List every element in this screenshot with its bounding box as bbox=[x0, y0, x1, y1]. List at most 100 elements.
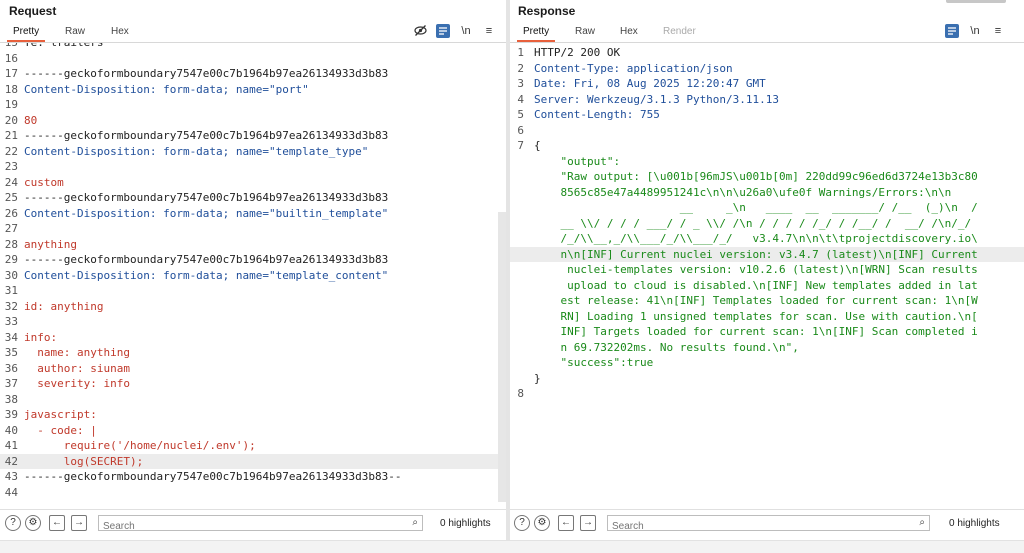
code-line: 38 bbox=[0, 392, 506, 408]
line-number: 15 bbox=[0, 43, 18, 51]
code-line: 41 require('/home/nuclei/.env'); bbox=[0, 438, 506, 454]
response-menu-icon[interactable]: ≡ bbox=[991, 24, 1005, 38]
response-newline-icon[interactable]: \n bbox=[968, 24, 982, 38]
line-number: 26 bbox=[4, 206, 18, 220]
code-line: 43 ------geckoformboundary7547e00c7b1964b… bbox=[0, 469, 506, 485]
response-back-arrow-icon[interactable]: ← bbox=[558, 515, 574, 531]
response-highlights-count: 0 highlights bbox=[949, 518, 1000, 529]
code-line: n\n[INF] Current nuclei version: v3.4.7 … bbox=[510, 246, 1024, 262]
line-text: n\n[INF] Current nuclei version: v3.4.7 … bbox=[534, 247, 978, 261]
code-line: RN] Loading 1 unsigned templates for sca… bbox=[510, 309, 1024, 325]
line-text: HTTP/2 200 OK bbox=[534, 46, 621, 59]
menu-icon[interactable]: ≡ bbox=[482, 24, 496, 38]
response-search-icon: ⌕ bbox=[919, 517, 925, 528]
response-search-input-box[interactable]: ⌕ bbox=[607, 515, 930, 534]
response-tab-hex[interactable]: Hex bbox=[620, 26, 638, 37]
response-search-bar: ? ⚙ ← → ⌕ 0 highlights bbox=[510, 509, 1024, 536]
code-line: 29 ------geckoformboundary7547e00c7b1964b… bbox=[0, 252, 506, 268]
code-line: 18 Content-Disposition: form-data; name="… bbox=[0, 82, 506, 98]
line-text: ------geckoformboundary7547e00c7b1964b97… bbox=[24, 253, 389, 266]
line-number: 3 bbox=[517, 77, 524, 90]
code-line: 25 ------geckoformboundary7547e00c7b1964b… bbox=[0, 190, 506, 206]
response-tab-raw[interactable]: Raw bbox=[575, 26, 595, 37]
code-line: 36 author: siunam bbox=[0, 361, 506, 377]
code-line: 39 javascript: bbox=[0, 407, 506, 423]
code-line: "output": bbox=[510, 154, 1024, 170]
line-text: Content-Disposition: form-data; name="bu… bbox=[24, 206, 389, 220]
request-tab-hex[interactable]: Hex bbox=[111, 26, 129, 37]
line-text: est release: 41\n[INF] Templates loaded … bbox=[534, 294, 978, 307]
response-forward-arrow-icon[interactable]: → bbox=[580, 515, 596, 531]
line-number: 2 bbox=[517, 61, 524, 75]
request-search-input[interactable] bbox=[99, 519, 382, 534]
response-tabs: Pretty Raw Hex Render \n ≡ bbox=[510, 22, 1024, 43]
line-number: 25 bbox=[4, 191, 18, 204]
code-line: 22 Content-Disposition: form-data; name="… bbox=[0, 144, 506, 160]
request-highlights-count: 0 highlights bbox=[440, 518, 491, 529]
line-text: require('/home/nuclei/.env'); bbox=[24, 439, 256, 452]
line-number: 28 bbox=[4, 237, 18, 251]
request-tab-raw[interactable]: Raw bbox=[65, 26, 85, 37]
response-wrap-icon[interactable] bbox=[945, 24, 959, 38]
request-scrollbar[interactable] bbox=[498, 212, 506, 502]
line-text: name: anything bbox=[24, 346, 130, 359]
wrap-icon[interactable] bbox=[436, 24, 450, 38]
line-text: severity: info bbox=[24, 377, 130, 390]
line-text: /_/\\__,_/\\___/_/\\___/_/ v3.4.7\n\n\t\… bbox=[534, 232, 978, 245]
line-text: log(SECRET); bbox=[24, 454, 144, 468]
response-help-icon[interactable]: ? bbox=[514, 515, 530, 531]
line-number: 16 bbox=[4, 51, 18, 65]
gear-icon[interactable]: ⚙ bbox=[25, 515, 41, 531]
line-number: 39 bbox=[4, 408, 18, 421]
code-line: n 69.732202ms. No results found.\n", bbox=[510, 340, 1024, 356]
line-text: Content-Disposition: form-data; name="te… bbox=[24, 268, 389, 282]
response-gear-icon[interactable]: ⚙ bbox=[534, 515, 550, 531]
response-pane: Response Pretty Raw Hex Render \n ≡ 1 HTT… bbox=[510, 0, 1024, 540]
response-editor[interactable]: 1 HTTP/2 200 OK 2 Content-Type: application… bbox=[510, 43, 1024, 502]
code-line: "Raw output: [\u001b[96mJS\u001b[0m] 220… bbox=[510, 169, 1024, 185]
response-search-input[interactable] bbox=[608, 519, 889, 534]
line-number: 1 bbox=[517, 46, 524, 59]
code-line: 33 bbox=[0, 314, 506, 330]
line-text: Date: Fri, 08 Aug 2025 12:20:47 GMT bbox=[534, 77, 766, 90]
code-line: 8 bbox=[510, 386, 1024, 402]
code-line: 17 ------geckoformboundary7547e00c7b1964b… bbox=[0, 66, 506, 82]
forward-arrow-icon[interactable]: → bbox=[71, 515, 87, 531]
code-line: 6 bbox=[510, 123, 1024, 139]
line-text: nuclei-templates version: v10.2.6 (lates… bbox=[534, 263, 978, 276]
request-search-input-box[interactable]: ⌕ bbox=[98, 515, 423, 534]
line-number: 17 bbox=[4, 67, 18, 80]
eye-off-icon[interactable] bbox=[413, 24, 427, 38]
search-icon: ⌕ bbox=[412, 517, 418, 528]
line-text: Content-Disposition: form-data; name="po… bbox=[24, 82, 309, 96]
response-tab-render[interactable]: Render bbox=[663, 26, 696, 37]
code-line: 2 Content-Type: application/json bbox=[510, 61, 1024, 77]
newline-icon[interactable]: \n bbox=[459, 24, 473, 38]
line-text: javascript: bbox=[24, 408, 97, 421]
response-title: Response bbox=[518, 4, 576, 18]
code-line: 1 HTTP/2 200 OK bbox=[510, 45, 1024, 61]
line-text: Content-Disposition: form-data; name="te… bbox=[24, 144, 369, 158]
line-number: 18 bbox=[4, 82, 18, 96]
line-text: Server: Werkzeug/3.1.3 Python/3.11.13 bbox=[534, 92, 780, 106]
back-arrow-icon[interactable]: ← bbox=[49, 515, 65, 531]
request-tab-pretty[interactable]: Pretty bbox=[6, 26, 46, 42]
help-icon[interactable]: ? bbox=[5, 515, 21, 531]
line-text: 80 bbox=[24, 113, 38, 127]
line-text: Content-Type: application/json bbox=[534, 61, 733, 75]
code-line: 37 severity: info bbox=[0, 376, 506, 392]
code-line: 21 ------geckoformboundary7547e00c7b1964b… bbox=[0, 128, 506, 144]
code-line: __ _\n ____ __ _______/ /__ (_)\n / bbox=[510, 200, 1024, 216]
line-text: 8565c85e47a4489951241c\n\n\u26a0\ufe0f W… bbox=[534, 185, 952, 199]
response-tab-pretty[interactable]: Pretty bbox=[516, 26, 556, 42]
line-number: 21 bbox=[4, 129, 18, 142]
request-editor[interactable]: 15 Te: trailers 16 17 ------geckoformboundar… bbox=[0, 43, 506, 502]
line-number: 34 bbox=[4, 330, 18, 344]
line-text: "success":true bbox=[534, 356, 654, 369]
line-text: ------geckoformboundary7547e00c7b1964b97… bbox=[24, 67, 389, 80]
line-text: __ _\n ____ __ _______/ /__ (_)\n / bbox=[534, 201, 978, 214]
request-pane: Request Pretty Raw Hex \n ≡ 15 Te: traile… bbox=[0, 0, 506, 540]
code-line: 26 Content-Disposition: form-data; name="… bbox=[0, 206, 506, 222]
code-line: 27 bbox=[0, 221, 506, 237]
line-number: 36 bbox=[4, 361, 18, 375]
